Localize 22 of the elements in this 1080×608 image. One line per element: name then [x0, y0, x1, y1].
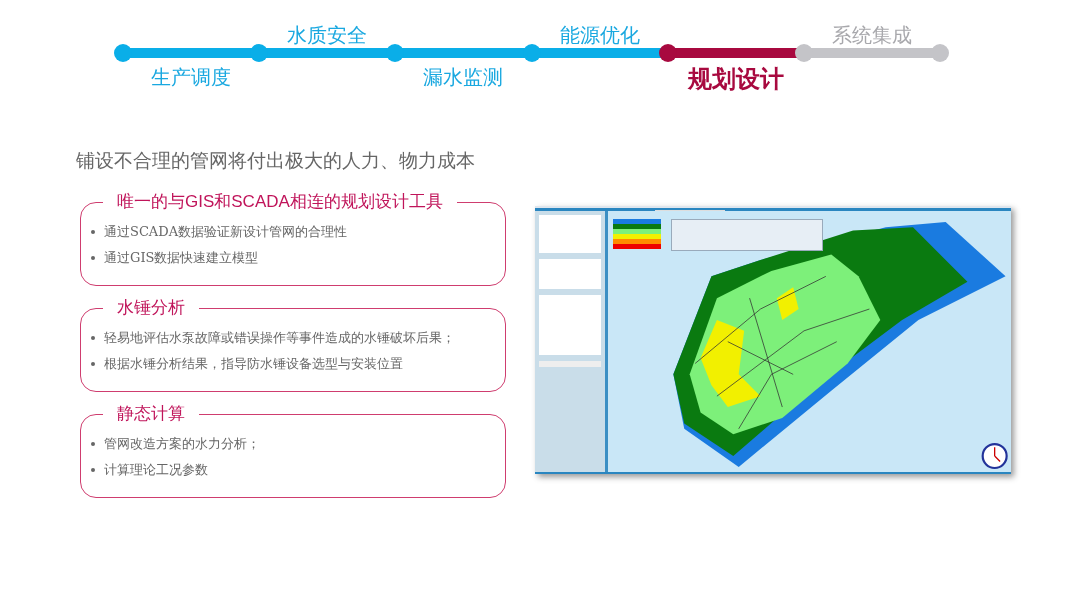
card-title: 水锤分析: [103, 296, 199, 319]
bullet-text: 根据水锤分析结果，指导防水锤设备选型与安装位置: [104, 355, 403, 373]
bullet-text: 通过GIS数据快速建立模型: [104, 249, 259, 267]
bullet-icon: [91, 256, 95, 260]
bullet-text: 轻易地评估水泵故障或错误操作等事件造成的水锤破坏后果；: [104, 329, 455, 347]
subtitle: 铺设不合理的管网将付出极大的人力、物力成本: [76, 149, 476, 173]
bullet-icon: [91, 336, 95, 340]
bullet-icon: [91, 468, 95, 472]
timeline-label: 生产调度: [151, 64, 232, 90]
card-title: 静态计算: [103, 402, 199, 425]
timeline-label: 能源优化: [559, 22, 640, 48]
timeline-label: 系统集成: [831, 22, 912, 48]
timeline-label: 规划设计: [687, 64, 784, 94]
timeline-label: 水质安全: [287, 22, 368, 48]
bullet-icon: [91, 230, 95, 234]
timeline-label: 漏水监测: [423, 64, 504, 90]
card-title: 唯一的与GIS和SCADA相连的规划设计工具: [103, 190, 457, 213]
bullet-icon: [91, 442, 95, 446]
bullet-text: 计算理论工况参数: [104, 461, 208, 479]
bullet-icon: [91, 362, 95, 366]
bullet-text: 通过SCADA数据验证新设计管网的合理性: [104, 223, 348, 241]
bullet-text: 管网改造方案的水力分析；: [104, 435, 260, 453]
